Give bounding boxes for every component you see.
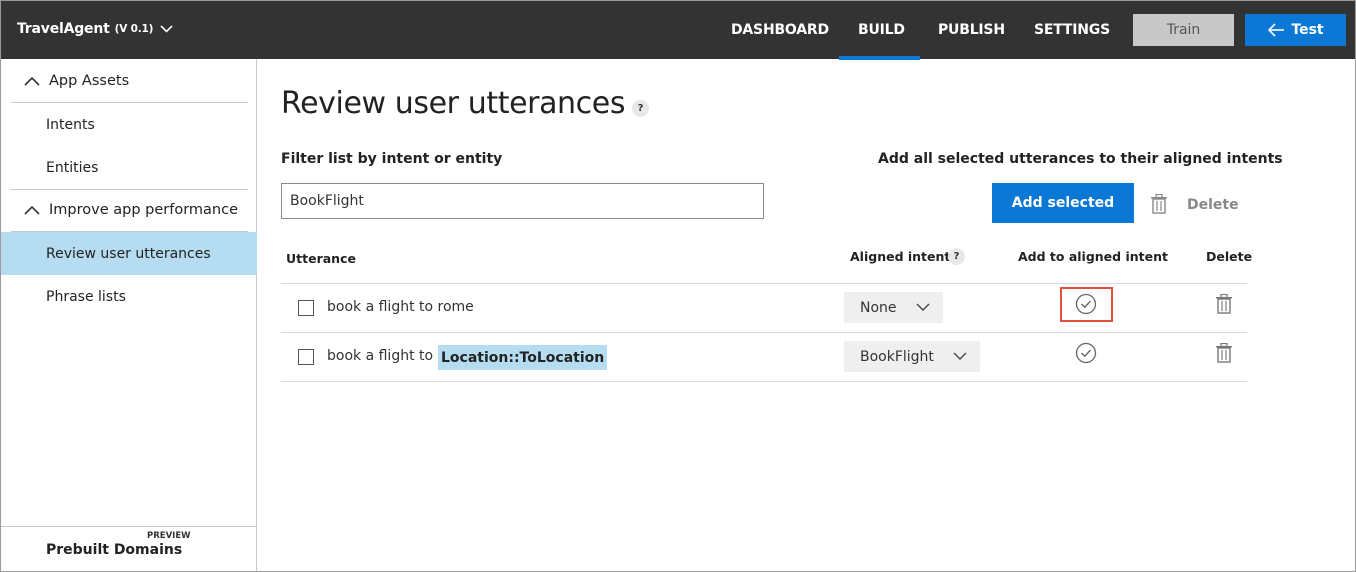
delete-button[interactable]: Delete <box>1187 197 1239 213</box>
chevron-up-icon <box>24 205 40 215</box>
highlight-box <box>1060 287 1113 322</box>
help-icon[interactable]: ? <box>948 248 965 265</box>
arrow-left-icon <box>1268 23 1285 37</box>
intent-dropdown[interactable]: None <box>844 292 943 323</box>
sidebar-item-prebuilt-domains[interactable]: Prebuilt Domains <box>46 542 182 558</box>
nav-build[interactable]: BUILD <box>858 22 905 38</box>
row-checkbox[interactable] <box>298 300 314 316</box>
app-switcher[interactable]: TravelAgent (V 0.1) <box>17 21 173 37</box>
app-version: (V 0.1) <box>114 23 154 35</box>
chevron-down-icon <box>160 25 173 33</box>
utterance-text: book a flight to rome <box>327 299 474 315</box>
nav-dashboard[interactable]: DASHBOARD <box>731 22 829 38</box>
chevron-up-icon <box>24 76 40 86</box>
column-header-add-to-intent: Add to aligned intent <box>1018 249 1168 264</box>
add-all-label: Add all selected utterances to their ali… <box>878 151 1283 167</box>
nav-settings[interactable]: SETTINGS <box>1034 22 1110 38</box>
check-circle-icon[interactable] <box>1075 342 1097 364</box>
active-nav-indicator <box>839 56 920 60</box>
intent-value: None <box>860 299 897 316</box>
sidebar-item-review-utterances[interactable]: Review user utterances <box>1 232 257 275</box>
filter-label: Filter list by intent or entity <box>281 151 503 167</box>
chevron-down-icon <box>916 303 930 311</box>
intent-value: BookFlight <box>860 348 934 365</box>
preview-badge: PREVIEW <box>147 531 191 541</box>
sidebar: App Assets Intents Entities Improve app … <box>1 59 257 571</box>
column-header-delete: Delete <box>1206 249 1253 264</box>
chevron-down-icon <box>953 352 967 360</box>
column-header-utterance: Utterance <box>286 251 356 266</box>
intent-dropdown[interactable]: BookFlight <box>844 341 980 372</box>
section-label: Improve app performance <box>49 202 238 218</box>
sidebar-item-entities[interactable]: Entities <box>1 146 257 189</box>
entity-label[interactable]: Location::ToLocation <box>438 345 608 370</box>
table-divider <box>281 332 1247 333</box>
help-icon[interactable]: ? <box>632 100 649 117</box>
top-bar: TravelAgent (V 0.1) DASHBOARD BUILD PUBL… <box>1 1 1355 60</box>
table-divider <box>281 381 1247 382</box>
page-title: Review user utterances <box>281 86 626 121</box>
sidebar-item-intents[interactable]: Intents <box>1 103 257 146</box>
filter-input[interactable] <box>281 183 764 219</box>
column-header-aligned-intent: Aligned intent <box>850 249 951 264</box>
test-label: Test <box>1291 22 1324 38</box>
section-app-assets[interactable]: App Assets <box>11 60 248 102</box>
trash-icon[interactable] <box>1215 294 1233 314</box>
trash-icon[interactable] <box>1150 194 1168 214</box>
app-name: TravelAgent <box>17 21 110 37</box>
test-button[interactable]: Test <box>1245 14 1346 46</box>
row-checkbox[interactable] <box>298 349 314 365</box>
sidebar-item-phrase-lists[interactable]: Phrase lists <box>1 275 257 318</box>
divider <box>1 526 257 527</box>
add-selected-button[interactable]: Add selected <box>992 183 1134 223</box>
nav-publish[interactable]: PUBLISH <box>938 22 1005 38</box>
section-improve-performance[interactable]: Improve app performance <box>11 189 248 231</box>
trash-icon[interactable] <box>1215 343 1233 363</box>
utterance-text: book a flight to <box>327 348 434 364</box>
train-button[interactable]: Train <box>1133 14 1234 46</box>
section-label: App Assets <box>49 73 130 89</box>
table-divider <box>281 283 1247 284</box>
